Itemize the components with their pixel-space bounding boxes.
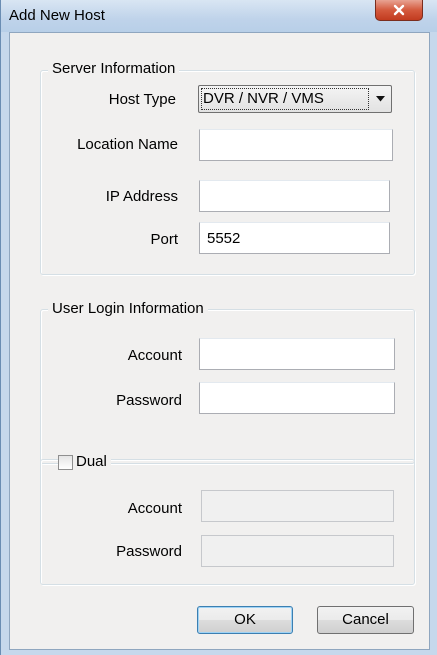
- dual-password-label: Password: [116, 543, 182, 560]
- server-info-legend: Server Information: [48, 60, 180, 78]
- account-label: Account: [127, 347, 182, 364]
- host-type-select[interactable]: DVR / NVR / VMS: [198, 85, 392, 113]
- dual-account-input: [201, 490, 394, 522]
- close-icon: [393, 4, 405, 16]
- user-login-legend: User Login Information: [48, 300, 208, 318]
- cancel-button[interactable]: Cancel: [317, 606, 414, 634]
- dual-label[interactable]: Dual: [73, 453, 111, 471]
- dual-checkbox[interactable]: [58, 455, 73, 470]
- host-type-value: DVR / NVR / VMS: [201, 88, 369, 110]
- host-type-label: Host Type: [108, 91, 176, 108]
- dual-password-input: [201, 535, 394, 567]
- password-label: Password: [116, 392, 182, 409]
- account-input[interactable]: [199, 338, 395, 370]
- add-host-dialog: Add New Host Server Information Host Typ…: [0, 0, 437, 655]
- dual-account-label: Account: [127, 500, 182, 517]
- ip-address-input[interactable]: [199, 180, 390, 212]
- dialog-content: Server Information Host Type DVR / NVR /…: [9, 32, 430, 650]
- title-bar[interactable]: Add New Host: [1, 0, 437, 32]
- close-button[interactable]: [375, 0, 423, 21]
- location-name-input[interactable]: [199, 129, 393, 161]
- port-label: Port: [150, 231, 178, 248]
- dialog-title: Add New Host: [9, 7, 105, 24]
- ip-address-label: IP Address: [105, 188, 178, 205]
- port-input[interactable]: [199, 222, 390, 254]
- password-input[interactable]: [199, 382, 395, 414]
- location-name-label: Location Name: [77, 136, 178, 153]
- chevron-down-icon: [376, 96, 385, 102]
- ok-button[interactable]: OK: [197, 606, 293, 634]
